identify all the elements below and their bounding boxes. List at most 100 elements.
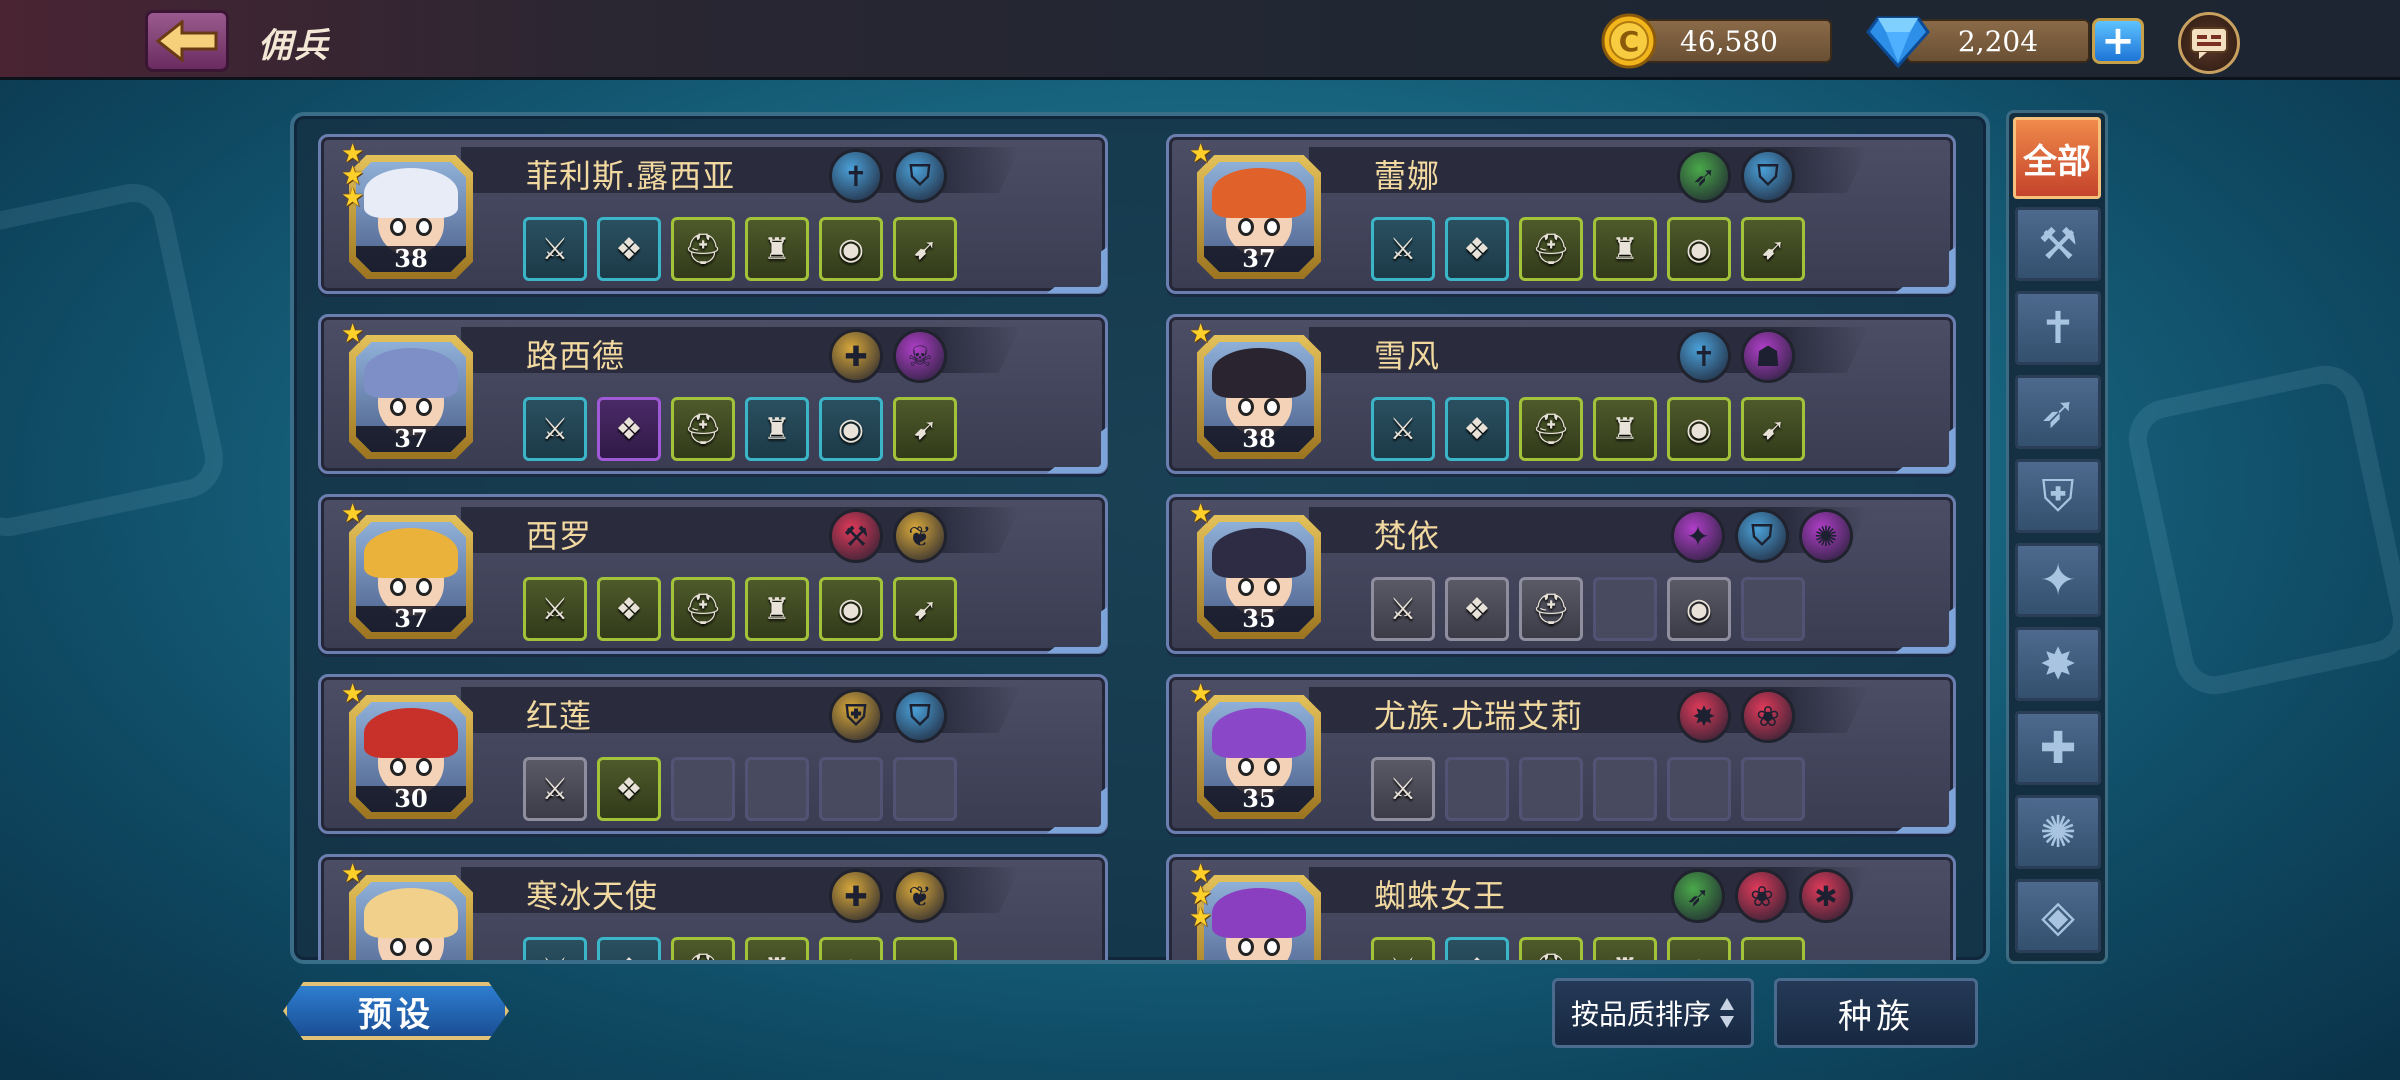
equipment-slot[interactable]: ⛑ — [671, 937, 735, 960]
equipment-slot[interactable]: ⚔ — [523, 937, 587, 960]
equipment-slot[interactable]: ◉ — [1667, 937, 1731, 960]
filter-shield-button[interactable]: ⛨ — [2015, 459, 2101, 533]
equipment-slot[interactable]: ♜ — [1593, 937, 1657, 960]
filter-cross-button[interactable]: ✚ — [2015, 711, 2101, 785]
equipment-slot[interactable]: ♜ — [1593, 217, 1657, 281]
hero-portrait[interactable]: 38 — [349, 155, 473, 279]
equipment-slot[interactable]: ➹ — [1741, 217, 1805, 281]
filter-shuriken-button[interactable]: ✦ — [2015, 543, 2101, 617]
preset-button[interactable]: 预设 — [283, 982, 509, 1040]
equipment-slot[interactable]: ⚔ — [1371, 937, 1435, 960]
empty-equipment-slot[interactable] — [893, 757, 957, 821]
equipment-slot[interactable]: ❖ — [1445, 937, 1509, 960]
hero-card[interactable]: 红莲 30 ★ ⛨ ⛉ ⚔ ❖ — [318, 674, 1108, 834]
race-filter-button[interactable]: 种族 — [1774, 978, 1978, 1048]
equipment-slot[interactable]: ◉ — [819, 217, 883, 281]
equipment-slot[interactable]: ⛑ — [1519, 577, 1583, 641]
equipment-slot[interactable]: ⚔ — [523, 577, 587, 641]
hero-card[interactable]: 寒冰天使 ★ ✚❦ ⚔ ❖ ⛑ ♜ ◉ ➹ — [318, 854, 1108, 960]
equipment-slot[interactable]: ➹ — [893, 217, 957, 281]
equipment-slot[interactable]: ◉ — [1667, 217, 1731, 281]
equipment-slot[interactable]: ❖ — [597, 937, 661, 960]
empty-equipment-slot[interactable] — [671, 757, 735, 821]
hero-portrait[interactable]: 35 — [1197, 515, 1321, 639]
equipment-slot[interactable]: ➹ — [893, 937, 957, 960]
equipment-slot[interactable]: ⛑ — [1519, 397, 1583, 461]
equipment-icon: ➹ — [912, 231, 938, 267]
empty-equipment-slot[interactable] — [819, 757, 883, 821]
filter-sword-totem-button[interactable]: ✝ — [2015, 291, 2101, 365]
empty-equipment-slot[interactable] — [745, 757, 809, 821]
equipment-slot[interactable]: ❖ — [1445, 397, 1509, 461]
empty-equipment-slot[interactable] — [1519, 757, 1583, 821]
equipment-slot[interactable]: ❖ — [1445, 217, 1509, 281]
equipment-slot[interactable]: ➹ — [1741, 937, 1805, 960]
back-button[interactable] — [145, 10, 229, 72]
equipment-slot[interactable]: ⛑ — [671, 397, 735, 461]
equipment-slot[interactable]: ◉ — [819, 577, 883, 641]
hero-card[interactable]: 路西德 37 ★ ✚ ☠ ⚔ ❖ ⛑ ♜ ◉ ➹ — [318, 314, 1108, 474]
filter-all-button[interactable]: 全部 — [2013, 117, 2101, 199]
hammer-icon: ⚒ — [2038, 218, 2078, 270]
equipment-slot[interactable]: ❖ — [597, 757, 661, 821]
sort-by-quality-button[interactable]: 按品质排序 — [1552, 978, 1754, 1048]
equipment-slot[interactable]: ♜ — [745, 397, 809, 461]
filter-claw-button[interactable]: ✸ — [2015, 627, 2101, 701]
equipment-slot[interactable]: ❖ — [597, 577, 661, 641]
hero-portrait[interactable]: 37 — [1197, 155, 1321, 279]
equipment-slot[interactable]: ◉ — [819, 397, 883, 461]
equipment-slot[interactable]: ◉ — [1667, 577, 1731, 641]
chat-button[interactable] — [2178, 12, 2240, 74]
equipment-slot[interactable]: ⚔ — [1371, 577, 1435, 641]
empty-equipment-slot[interactable] — [1741, 577, 1805, 641]
equipment-slot[interactable]: ⛑ — [671, 577, 735, 641]
equipment-slot[interactable]: ➹ — [1741, 397, 1805, 461]
equipment-slot[interactable]: ♜ — [745, 217, 809, 281]
hero-portrait[interactable] — [1197, 875, 1321, 960]
equipment-slot[interactable]: ♜ — [745, 577, 809, 641]
filter-hammer-button[interactable]: ⚒ — [2015, 207, 2101, 281]
filter-swirl-button[interactable]: ✺ — [2015, 795, 2101, 869]
equipment-slot[interactable]: ➹ — [893, 577, 957, 641]
equipment-slot[interactable]: ⛑ — [1519, 217, 1583, 281]
equipment-slot[interactable]: ◉ — [1667, 397, 1731, 461]
hero-card[interactable]: 雪风 38 ★ ✝ ☗ ⚔ ❖ ⛑ ♜ ◉ ➹ — [1166, 314, 1956, 474]
equipment-slot[interactable]: ⛑ — [1519, 937, 1583, 960]
equipment-slot[interactable]: ♜ — [745, 937, 809, 960]
hero-card[interactable]: 尤族.尤瑞艾莉 35 ★ ✸ ❀ ⚔ — [1166, 674, 1956, 834]
hero-hair — [364, 528, 458, 578]
filter-circle-button[interactable]: ◈ — [2015, 879, 2101, 953]
equipment-slot[interactable]: ❖ — [597, 217, 661, 281]
empty-equipment-slot[interactable] — [1593, 577, 1657, 641]
hero-card[interactable]: 梵依 35 ★ ✦ ⛉ ✺ ⚔ ❖ ⛑ ◉ — [1166, 494, 1956, 654]
hero-card[interactable]: 蜘蛛女王 ★★★ ➶❀✱ ⚔ ❖ ⛑ ♜ ◉ ➹ — [1166, 854, 1956, 960]
filter-bow-button[interactable]: ➶ — [2015, 375, 2101, 449]
equipment-slot[interactable]: ♜ — [1593, 397, 1657, 461]
equipment-slot[interactable]: ⛑ — [671, 217, 735, 281]
equipment-slot[interactable]: ⚔ — [523, 757, 587, 821]
empty-equipment-slot[interactable] — [1593, 757, 1657, 821]
equipment-slot[interactable]: ◉ — [819, 937, 883, 960]
equipment-slot[interactable]: ⚔ — [1371, 217, 1435, 281]
empty-equipment-slot[interactable] — [1445, 757, 1509, 821]
hero-portrait[interactable]: 37 — [349, 515, 473, 639]
hero-portrait[interactable] — [349, 875, 473, 960]
hero-portrait[interactable]: 38 — [1197, 335, 1321, 459]
equipment-slot[interactable]: ❖ — [1445, 577, 1509, 641]
equipment-slot[interactable]: ❖ — [597, 397, 661, 461]
hero-traits: ➶ ⛉ — [1677, 149, 1795, 203]
equipment-slot[interactable]: ⚔ — [1371, 397, 1435, 461]
hero-card[interactable]: 西罗 37 ★ ⚒ ❦ ⚔ ❖ ⛑ ♜ ◉ ➹ — [318, 494, 1108, 654]
hero-portrait[interactable]: 35 — [1197, 695, 1321, 819]
empty-equipment-slot[interactable] — [1741, 757, 1805, 821]
hero-portrait[interactable]: 30 — [349, 695, 473, 819]
hero-card[interactable]: 菲利斯.露西亚 38 ★ ★ ★ ✝ ⛉ ⚔ ❖ ⛑ ♜ ◉ ➹ — [318, 134, 1108, 294]
add-diamonds-button[interactable]: + — [2092, 18, 2144, 64]
equipment-slot[interactable]: ⚔ — [1371, 757, 1435, 821]
hero-card[interactable]: 蕾娜 37 ★ ➶ ⛉ ⚔ ❖ ⛑ ♜ ◉ ➹ — [1166, 134, 1956, 294]
hero-portrait[interactable]: 37 — [349, 335, 473, 459]
equipment-slot[interactable]: ➹ — [893, 397, 957, 461]
equipment-slot[interactable]: ⚔ — [523, 217, 587, 281]
empty-equipment-slot[interactable] — [1667, 757, 1731, 821]
equipment-slot[interactable]: ⚔ — [523, 397, 587, 461]
